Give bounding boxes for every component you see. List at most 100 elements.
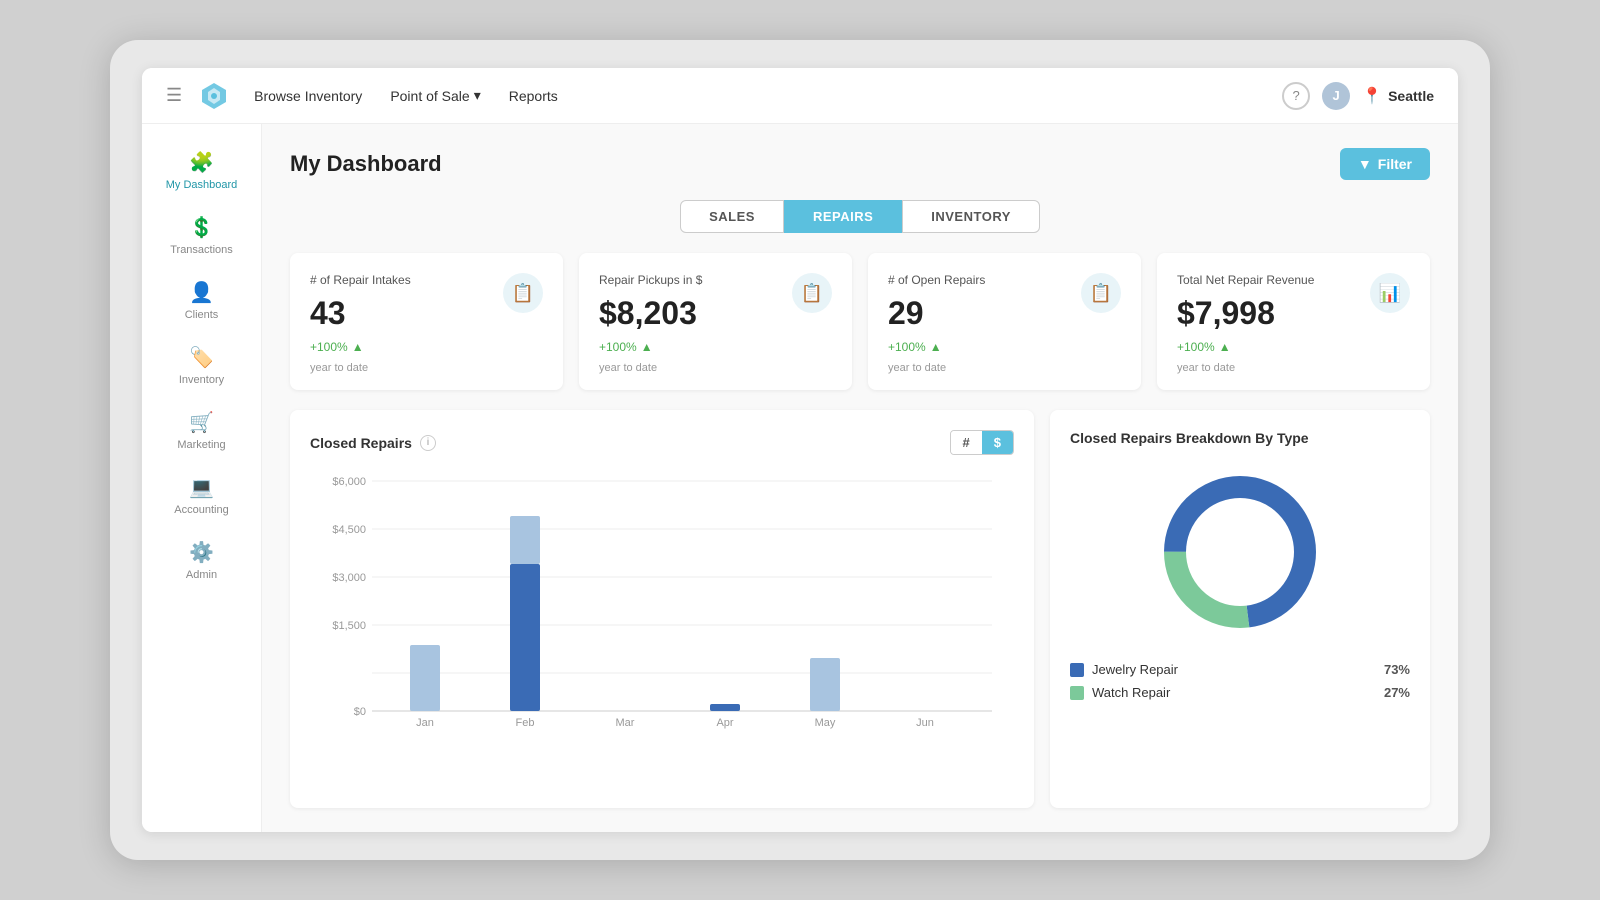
admin-icon: ⚙️ xyxy=(189,540,214,565)
device-frame: ☰ Browse Inventory Point of Sale ▾ Repor… xyxy=(110,40,1490,860)
sidebar-item-transactions[interactable]: 💲 Transactions xyxy=(142,205,261,266)
tabs-row: SALES REPAIRS INVENTORY xyxy=(290,200,1430,233)
tab-sales[interactable]: SALES xyxy=(680,200,784,233)
sidebar-label-accounting: Accounting xyxy=(174,504,228,516)
charts-row: Closed Repairs i # $ xyxy=(290,410,1430,808)
clients-icon: 👤 xyxy=(189,280,214,305)
app-body: 🧩 My Dashboard 💲 Transactions 👤 Clients … xyxy=(142,124,1458,832)
help-button[interactable]: ? xyxy=(1282,82,1310,110)
svg-text:$6,000: $6,000 xyxy=(332,476,366,488)
net-revenue-change: +100% ▲ xyxy=(1177,340,1410,354)
svg-text:Jun: Jun xyxy=(916,717,934,729)
repair-intakes-change: +100% ▲ xyxy=(310,340,543,354)
sidebar-label-inventory: Inventory xyxy=(179,374,224,386)
location-label: Seattle xyxy=(1388,88,1434,104)
app-window: ☰ Browse Inventory Point of Sale ▾ Repor… xyxy=(142,68,1458,832)
chart-title-row: Closed Repairs i xyxy=(310,435,436,451)
info-icon[interactable]: i xyxy=(420,435,436,451)
sidebar-item-accounting[interactable]: 💻 Accounting xyxy=(142,465,261,526)
svg-text:$4,500: $4,500 xyxy=(332,524,366,536)
toggle-dollar-btn[interactable]: $ xyxy=(982,431,1013,454)
inventory-icon: 🏷️ xyxy=(189,345,214,370)
bar-chart-svg: $6,000 $4,500 $3,000 $1,500 $0 xyxy=(310,471,1014,731)
sidebar-item-dashboard[interactable]: 🧩 My Dashboard xyxy=(142,140,261,201)
breakdown-title: Closed Repairs Breakdown By Type xyxy=(1070,430,1309,446)
sidebar-label-dashboard: My Dashboard xyxy=(166,179,238,191)
legend-watch-left: Watch Repair xyxy=(1070,685,1170,700)
nav-reports[interactable]: Reports xyxy=(509,88,558,104)
svg-text:May: May xyxy=(815,717,836,729)
sidebar-item-clients[interactable]: 👤 Clients xyxy=(142,270,261,331)
hamburger-icon[interactable]: ☰ xyxy=(166,85,182,106)
arrow-up-icon: ▲ xyxy=(1219,340,1231,354)
dashboard-icon: 🧩 xyxy=(189,150,214,175)
nav-browse-inventory[interactable]: Browse Inventory xyxy=(254,88,362,104)
nav-links: Browse Inventory Point of Sale ▾ Reports xyxy=(254,87,1282,104)
stat-card-net-revenue: Total Net Repair Revenue $7,998 +100% ▲ … xyxy=(1157,253,1430,390)
stat-card-repair-pickups: Repair Pickups in $ $8,203 +100% ▲ year … xyxy=(579,253,852,390)
svg-text:$3,000: $3,000 xyxy=(332,572,366,584)
main-content: My Dashboard ▼ Filter SALES REPAIRS INVE… xyxy=(262,124,1458,832)
sidebar-item-marketing[interactable]: 🛒 Marketing xyxy=(142,400,261,461)
tab-repairs[interactable]: REPAIRS xyxy=(784,200,902,233)
app-logo xyxy=(198,80,230,112)
stat-card-open-repairs: # of Open Repairs 29 +100% ▲ year to dat… xyxy=(868,253,1141,390)
repair-pickups-change: +100% ▲ xyxy=(599,340,832,354)
watch-label: Watch Repair xyxy=(1092,685,1170,700)
sidebar-label-admin: Admin xyxy=(186,569,217,581)
repair-pickups-period: year to date xyxy=(599,362,832,374)
toggle-count-btn[interactable]: # xyxy=(951,431,982,454)
legend-watch: Watch Repair 27% xyxy=(1070,685,1410,700)
sidebar-item-admin[interactable]: ⚙️ Admin xyxy=(142,530,261,591)
closed-repairs-chart-card: Closed Repairs i # $ xyxy=(290,410,1034,808)
filter-icon: ▼ xyxy=(1358,156,1372,172)
top-nav: ☰ Browse Inventory Point of Sale ▾ Repor… xyxy=(142,68,1458,124)
accounting-icon: 💻 xyxy=(189,475,214,500)
svg-text:Jan: Jan xyxy=(416,717,434,729)
donut-svg xyxy=(1150,462,1330,642)
watch-pct: 27% xyxy=(1384,685,1410,700)
location-selector[interactable]: 📍 Seattle xyxy=(1362,86,1434,106)
open-repairs-period: year to date xyxy=(888,362,1121,374)
chart-toggle: # $ xyxy=(950,430,1014,455)
net-revenue-icon: 📊 xyxy=(1370,273,1410,313)
location-pin-icon: 📍 xyxy=(1362,86,1382,106)
legend-jewelry: Jewelry Repair 73% xyxy=(1070,662,1410,677)
sidebar: 🧩 My Dashboard 💲 Transactions 👤 Clients … xyxy=(142,124,262,832)
svg-text:Mar: Mar xyxy=(616,717,635,729)
tab-inventory[interactable]: INVENTORY xyxy=(902,200,1040,233)
repair-intakes-icon: 📋 xyxy=(503,273,543,313)
page-header: My Dashboard ▼ Filter xyxy=(290,148,1430,180)
sidebar-item-inventory[interactable]: 🏷️ Inventory xyxy=(142,335,261,396)
net-revenue-period: year to date xyxy=(1177,362,1410,374)
arrow-up-icon: ▲ xyxy=(641,340,653,354)
user-avatar[interactable]: J xyxy=(1322,82,1350,110)
breakdown-chart-card: Closed Repairs Breakdown By Type xyxy=(1050,410,1430,808)
arrow-up-icon: ▲ xyxy=(352,340,364,354)
svg-text:Apr: Apr xyxy=(716,717,733,729)
bar-chart-area: $6,000 $4,500 $3,000 $1,500 $0 xyxy=(310,471,1014,731)
jewelry-label: Jewelry Repair xyxy=(1092,662,1178,677)
filter-button[interactable]: ▼ Filter xyxy=(1340,148,1430,180)
svg-text:$0: $0 xyxy=(354,706,366,718)
open-repairs-change: +100% ▲ xyxy=(888,340,1121,354)
sidebar-label-transactions: Transactions xyxy=(170,244,233,256)
nav-right: ? J 📍 Seattle xyxy=(1282,82,1434,110)
chart-header: Closed Repairs i # $ xyxy=(310,430,1014,455)
donut-wrap xyxy=(1070,462,1410,642)
repair-intakes-period: year to date xyxy=(310,362,543,374)
legend-row: Jewelry Repair 73% Watch Repair 27% xyxy=(1070,662,1410,700)
legend-jewelry-left: Jewelry Repair xyxy=(1070,662,1178,677)
transactions-icon: 💲 xyxy=(189,215,214,240)
marketing-icon: 🛒 xyxy=(189,410,214,435)
repair-pickups-icon: 📋 xyxy=(792,273,832,313)
stat-cards: # of Repair Intakes 43 +100% ▲ year to d… xyxy=(290,253,1430,390)
jewelry-pct: 73% xyxy=(1384,662,1410,677)
nav-point-of-sale[interactable]: Point of Sale ▾ xyxy=(390,87,480,104)
stat-card-repair-intakes: # of Repair Intakes 43 +100% ▲ year to d… xyxy=(290,253,563,390)
svg-text:$1,500: $1,500 xyxy=(332,620,366,632)
jewelry-color-dot xyxy=(1070,663,1084,677)
page-title: My Dashboard xyxy=(290,151,442,177)
arrow-up-icon: ▲ xyxy=(930,340,942,354)
open-repairs-icon: 📋 xyxy=(1081,273,1121,313)
